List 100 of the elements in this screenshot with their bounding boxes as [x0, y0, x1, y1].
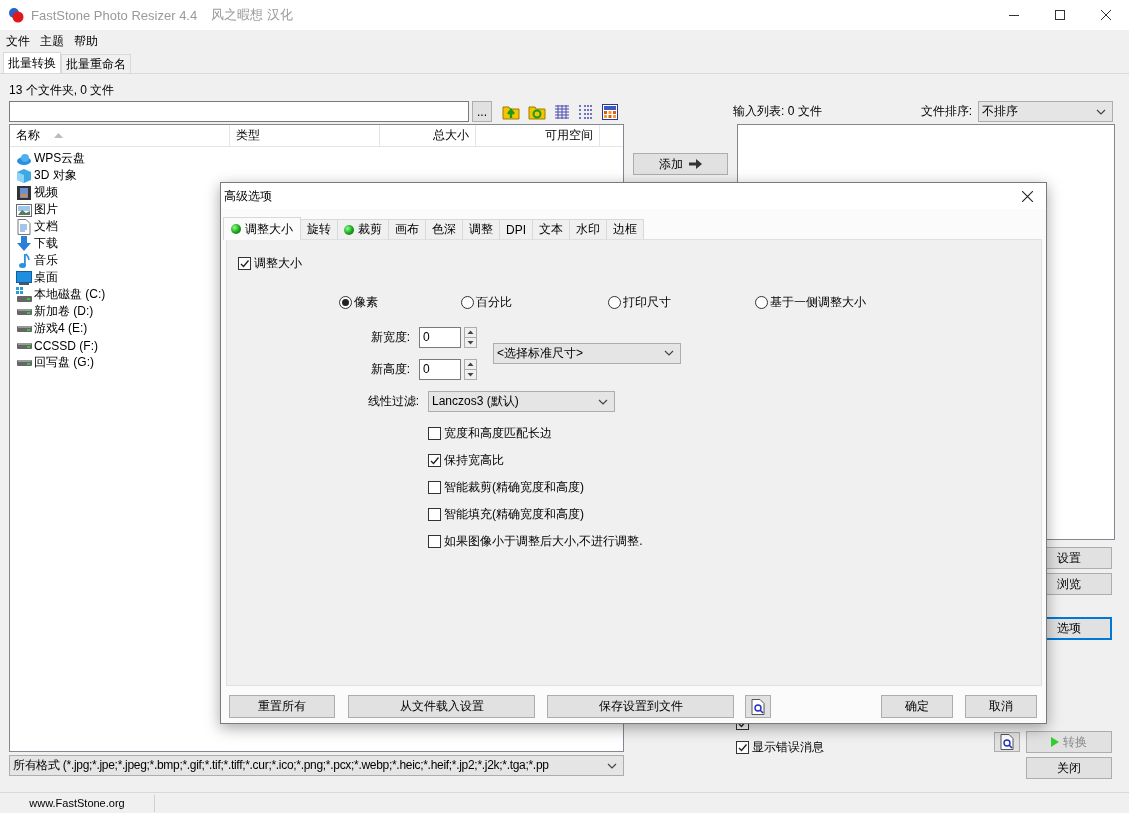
folder-item[interactable]: 新加卷 (D:) [34, 303, 94, 320]
film-icon [16, 184, 32, 201]
grid-view-icon[interactable] [554, 103, 570, 120]
tab[interactable]: 边框 [606, 219, 644, 239]
tab[interactable]: 裁剪 [337, 219, 389, 239]
website-link[interactable]: www.FastStone.org [29, 797, 125, 809]
folder-item[interactable]: 音乐 [34, 252, 58, 269]
folder-item[interactable]: CCSSD (F:) [34, 338, 98, 353]
maximize-icon [1055, 10, 1065, 20]
menu-item[interactable]: 文件 [6, 32, 30, 50]
radio-button[interactable] [755, 295, 768, 309]
browse-button[interactable]: ... [472, 101, 492, 122]
load-settings-button[interactable]: 从文件载入设置 [348, 695, 535, 718]
checkbox[interactable] [428, 480, 441, 494]
folder-item[interactable]: 下载 [34, 235, 58, 252]
document-icon [17, 218, 31, 235]
window-subtitle: 风之暇想 汉化 [211, 6, 293, 24]
app-logo-icon [8, 7, 24, 23]
radio-label: 百分比 [476, 293, 512, 311]
hard-drive-icon [16, 358, 32, 367]
size-dropdown[interactable]: <选择标准尺寸> [493, 342, 681, 364]
path-field[interactable] [9, 101, 469, 122]
reset-button[interactable]: 重置所有 [229, 695, 335, 718]
details-view-icon[interactable] [578, 103, 594, 120]
checkbox-label: 如果图像小于调整后大小,不进行调整. [444, 532, 643, 550]
folder-item[interactable]: 视频 [34, 184, 58, 201]
radio-label: 打印尺寸 [623, 293, 671, 311]
field-label: 新宽度: [369, 328, 411, 346]
checkbox[interactable] [428, 453, 441, 467]
preview-button[interactable] [994, 732, 1020, 752]
tab[interactable]: 水印 [569, 219, 607, 239]
close-icon [1101, 10, 1111, 20]
caret-icon [607, 762, 617, 769]
check-icon [737, 741, 748, 753]
ok-button[interactable]: 确定 [881, 695, 953, 718]
check-icon [239, 257, 250, 269]
radio-label: 基于一侧调整大小 [770, 293, 866, 311]
tab[interactable]: 批量转换 [3, 52, 61, 73]
tab[interactable]: 调整大小 [223, 217, 301, 240]
cancel-button[interactable]: 取消 [965, 695, 1037, 718]
caret-icon [598, 398, 608, 405]
close-button[interactable]: 关闭 [1026, 757, 1112, 779]
checkbox-label: 保持宽高比 [444, 451, 504, 469]
sort-arrow-icon [54, 133, 63, 138]
tab[interactable]: 调整 [462, 219, 500, 239]
folder-item[interactable]: 3D 对象 [34, 167, 77, 184]
checkbox-label: 智能填充(精确宽度和高度) [444, 505, 584, 523]
tab[interactable]: 旋转 [300, 219, 338, 239]
landscape-picture-icon [16, 202, 32, 217]
tab[interactable]: 画布 [388, 219, 426, 239]
column-header[interactable]: 总大小 [380, 125, 476, 146]
thumbnail-view-icon[interactable] [602, 103, 618, 120]
folder-item[interactable]: 回写盘 (G:) [34, 354, 94, 371]
radio-button[interactable] [461, 295, 474, 309]
folder-item[interactable]: WPS云盘 [34, 150, 86, 167]
width-field[interactable]: 0 [419, 326, 461, 348]
tab[interactable]: 色深 [425, 219, 463, 239]
folder-item[interactable]: 本地磁盘 (C:) [34, 286, 106, 303]
format-dropdown[interactable]: 所有格式 (*.jpg;*.jpe;*.jpeg;*.bmp;*.gif;*.tif;*.tiff;*.cur;*.ico;*.png;*.pcx;*.webp;*.heic;*.heif;*.jp2;*.j2k;*.tga;*.pp [9, 755, 624, 776]
checkbox[interactable] [736, 740, 749, 754]
spinner-icon[interactable] [464, 358, 477, 380]
hard-drive-icon [16, 286, 32, 303]
folder-item[interactable]: 文档 [34, 218, 58, 235]
add-button[interactable]: 添加 [633, 153, 728, 175]
magnifier-page-icon [751, 698, 765, 715]
monitor-icon [16, 270, 32, 285]
radio-button[interactable] [339, 295, 352, 309]
checkbox[interactable] [428, 534, 441, 548]
magnifier-page-icon [1000, 734, 1014, 750]
preview-button[interactable] [745, 695, 771, 718]
spinner-icon[interactable] [464, 326, 477, 348]
sort-dropdown[interactable]: 不排序 [978, 101, 1113, 122]
tab[interactable]: 批量重命名 [61, 54, 131, 73]
folder-item[interactable]: 桌面 [34, 269, 58, 286]
column-header[interactable]: 可用空间 [476, 125, 600, 146]
menu-item[interactable]: 帮助 [74, 32, 98, 50]
folder-item[interactable]: 图片 [34, 201, 58, 218]
field-label: 线性过滤: [366, 393, 420, 410]
tab[interactable]: DPI [499, 219, 533, 239]
save-settings-button[interactable]: 保存设置到文件 [547, 695, 734, 718]
window-title: FastStone Photo Resizer 4.4 [31, 7, 198, 23]
music-note-icon [18, 252, 30, 269]
hard-drive-icon [16, 341, 32, 350]
column-header[interactable]: 类型 [230, 125, 380, 146]
checkbox[interactable] [428, 426, 441, 440]
menu-item[interactable]: 主题 [40, 32, 64, 50]
checkbox[interactable] [238, 256, 251, 270]
filter-dropdown[interactable]: Lanczos3 (默认) [428, 391, 615, 412]
caret-icon [1096, 108, 1106, 115]
cloud-icon [16, 151, 32, 166]
height-field[interactable]: 0 [419, 358, 461, 380]
down-arrow-icon [16, 235, 32, 252]
tab[interactable]: 文本 [532, 219, 570, 239]
checkbox-label: 智能裁剪(精确宽度和高度) [444, 478, 584, 496]
checkbox[interactable] [428, 507, 441, 521]
check-icon [429, 454, 440, 466]
close-icon [1021, 190, 1033, 202]
radio-button[interactable] [608, 295, 621, 309]
column-header[interactable]: 名称 [10, 125, 230, 146]
folder-item[interactable]: 游戏4 (E:) [34, 320, 88, 337]
